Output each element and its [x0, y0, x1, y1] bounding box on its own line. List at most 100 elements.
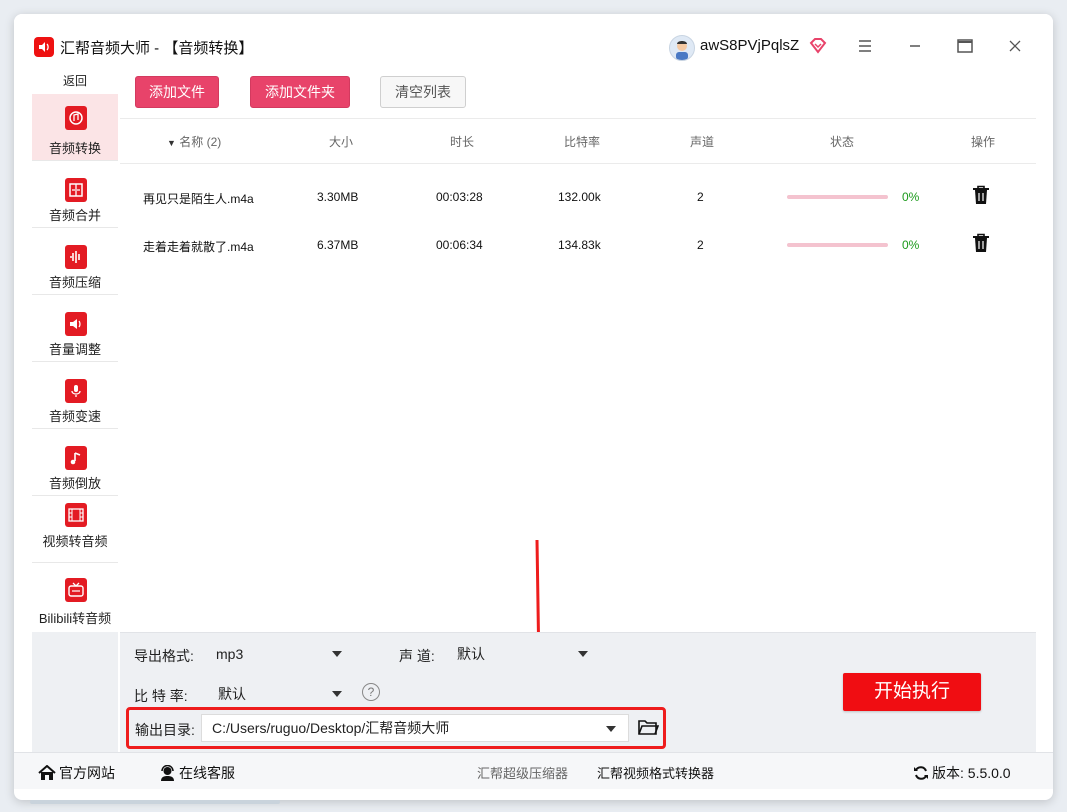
- sidebar-item-label: 视频转音频: [42, 534, 108, 549]
- file-bitrate: 132.00k: [558, 190, 601, 204]
- sidebar-item-audio-merge[interactable]: 音频合并: [32, 160, 118, 228]
- sidebar-item-bilibili[interactable]: Bilibili转音频: [32, 562, 118, 632]
- channel-label: 声 道:: [399, 648, 435, 664]
- chevron-down-icon: [332, 691, 342, 697]
- app-name: 汇帮音频大师: [60, 40, 151, 57]
- progress-percent: 0%: [902, 190, 920, 204]
- column-bitrate-header: 比特率: [564, 135, 601, 149]
- sidebar-item-label: 音频倒放: [48, 476, 101, 491]
- hamburger-icon: [859, 40, 871, 52]
- sidebar-item-audio-convert[interactable]: 音频转换: [32, 94, 118, 161]
- window-title: 汇帮音频大师 - 【音频转换】: [60, 37, 253, 58]
- file-size: 3.30MB: [317, 190, 359, 204]
- sidebar-item-label: 音频变速: [48, 409, 101, 424]
- sidebar-item-audio-speed[interactable]: 音频变速: [32, 361, 118, 429]
- chevron-down-icon: [578, 651, 588, 657]
- sidebar-item-label: 音频压缩: [48, 275, 101, 290]
- table-row[interactable]: 走着走着就散了.m4a 6.37MB 00:06:34 134.83k 2 0%: [120, 227, 1036, 275]
- official-website-link[interactable]: 官方网站: [38, 763, 115, 783]
- sidebar-item-volume-adjust[interactable]: 音量调整: [32, 294, 118, 362]
- audio-reverse-icon: [65, 446, 87, 470]
- minimize-button[interactable]: [903, 34, 927, 58]
- app-logo-icon: [34, 37, 54, 57]
- progress-bar: [787, 243, 888, 247]
- sort-down-icon: ▼: [167, 138, 176, 148]
- file-size: 6.37MB: [317, 238, 359, 252]
- file-name: 走着走着就散了.m4a: [143, 240, 254, 254]
- customer-service-icon: [161, 765, 174, 781]
- file-name: 再见只是陌生人.m4a: [143, 192, 254, 206]
- file-duration: 00:03:28: [436, 190, 483, 204]
- add-file-button[interactable]: 添加文件: [135, 76, 219, 108]
- back-button[interactable]: 返回: [32, 70, 118, 94]
- clear-list-button[interactable]: 清空列表: [380, 76, 466, 108]
- start-button[interactable]: 开始执行: [843, 673, 981, 711]
- maximize-button[interactable]: [953, 34, 977, 58]
- column-name-header[interactable]: ▼ 名称 (2): [167, 133, 221, 150]
- format-label: 导出格式:: [134, 648, 194, 664]
- sidebar-item-label: 音量调整: [48, 342, 101, 357]
- status-bar: 官方网站 在线客服 汇帮超级压缩器 汇帮视频格式转换器 版本: 5.5.0.0: [14, 752, 1053, 789]
- menu-button[interactable]: [853, 34, 877, 58]
- minimize-icon: [910, 45, 920, 47]
- audio-merge-icon: [65, 178, 87, 202]
- section-name: 【音频转换】: [163, 40, 254, 57]
- sidebar-footer-area: [32, 632, 118, 752]
- sidebar-item-audio-reverse[interactable]: 音频倒放: [32, 428, 118, 496]
- close-icon: [1009, 40, 1021, 52]
- output-directory-highlight: 输出目录: C:/Users/ruguo/Desktop/汇帮音频大师: [126, 707, 666, 749]
- sidebar-item-label: 音频合并: [48, 208, 101, 223]
- video-converter-link[interactable]: 汇帮视频格式转换器: [597, 763, 714, 782]
- chevron-down-icon: [332, 651, 342, 657]
- username[interactable]: awS8PVjPqlsZ: [700, 37, 799, 54]
- avatar[interactable]: [669, 35, 695, 61]
- format-value: mp3: [216, 646, 244, 662]
- column-status-header: 状态: [830, 135, 855, 149]
- sidebar-item-video-to-audio[interactable]: 视频转音频: [32, 495, 118, 563]
- column-duration-header: 时长: [450, 135, 475, 149]
- add-folder-button[interactable]: 添加文件夹: [250, 76, 350, 108]
- file-bitrate: 134.83k: [558, 238, 601, 252]
- title-separator: -: [150, 40, 164, 57]
- audio-convert-icon: [65, 106, 87, 130]
- close-button[interactable]: [1003, 34, 1027, 58]
- file-channel: 2: [697, 190, 704, 204]
- maximize-icon: [957, 39, 973, 53]
- help-question-icon[interactable]: ?: [362, 683, 380, 701]
- format-select[interactable]: mp3: [210, 640, 350, 668]
- video-to-audio-icon: [65, 503, 87, 527]
- sidebar-item-audio-compress[interactable]: 音频压缩: [32, 227, 118, 295]
- chevron-down-icon: [606, 726, 616, 732]
- column-name-label: 名称 (2): [179, 135, 222, 149]
- taskbar-scroll-indicator: [30, 800, 280, 804]
- sidebar: 返回 音频转换 音频合并 音频压缩 音量调整 音频变速 音频倒放 视频转音频 B…: [32, 70, 118, 632]
- online-support-label: 在线客服: [179, 765, 235, 781]
- home-icon: [38, 765, 56, 780]
- audio-speed-icon: [65, 379, 87, 403]
- sidebar-item-label: 音频转换: [48, 141, 101, 156]
- delete-trash-icon[interactable]: [972, 233, 990, 253]
- refresh-icon: [914, 766, 928, 780]
- bitrate-label: 比 特 率:: [134, 688, 188, 704]
- output-directory-field[interactable]: C:/Users/ruguo/Desktop/汇帮音频大师: [201, 714, 629, 742]
- official-website-label: 官方网站: [59, 765, 115, 781]
- output-path-value: C:/Users/ruguo/Desktop/汇帮音频大师: [212, 720, 450, 736]
- bitrate-value: 默认: [218, 686, 246, 702]
- app-window: 汇帮音频大师 - 【音频转换】 awS8PVjPqlsZ 返回 音频转换 音频合…: [14, 14, 1053, 800]
- bitrate-select[interactable]: 默认: [212, 680, 350, 708]
- channel-select[interactable]: 默认: [452, 640, 596, 668]
- title-bar: 汇帮音频大师 - 【音频转换】 awS8PVjPqlsZ: [14, 14, 1053, 74]
- vip-diamond-icon[interactable]: [809, 38, 827, 59]
- output-settings-panel: 导出格式: mp3 声 道: 默认 比 特 率: 默认 ? 开始执行 输出目录:…: [120, 632, 1036, 753]
- version-label: 版本: 5.5.0.0: [932, 765, 1011, 781]
- version-info[interactable]: 版本: 5.5.0.0: [913, 763, 1011, 783]
- volume-adjust-icon: [65, 312, 87, 336]
- super-compressor-link[interactable]: 汇帮超级压缩器: [477, 763, 568, 782]
- online-support-link[interactable]: 在线客服: [159, 763, 235, 783]
- file-channel: 2: [697, 238, 704, 252]
- delete-trash-icon[interactable]: [972, 185, 990, 205]
- open-folder-icon[interactable]: [637, 717, 660, 739]
- progress-percent: 0%: [902, 238, 920, 252]
- table-row[interactable]: 再见只是陌生人.m4a 3.30MB 00:03:28 132.00k 2 0%: [120, 179, 1036, 227]
- audio-compress-icon: [65, 245, 87, 269]
